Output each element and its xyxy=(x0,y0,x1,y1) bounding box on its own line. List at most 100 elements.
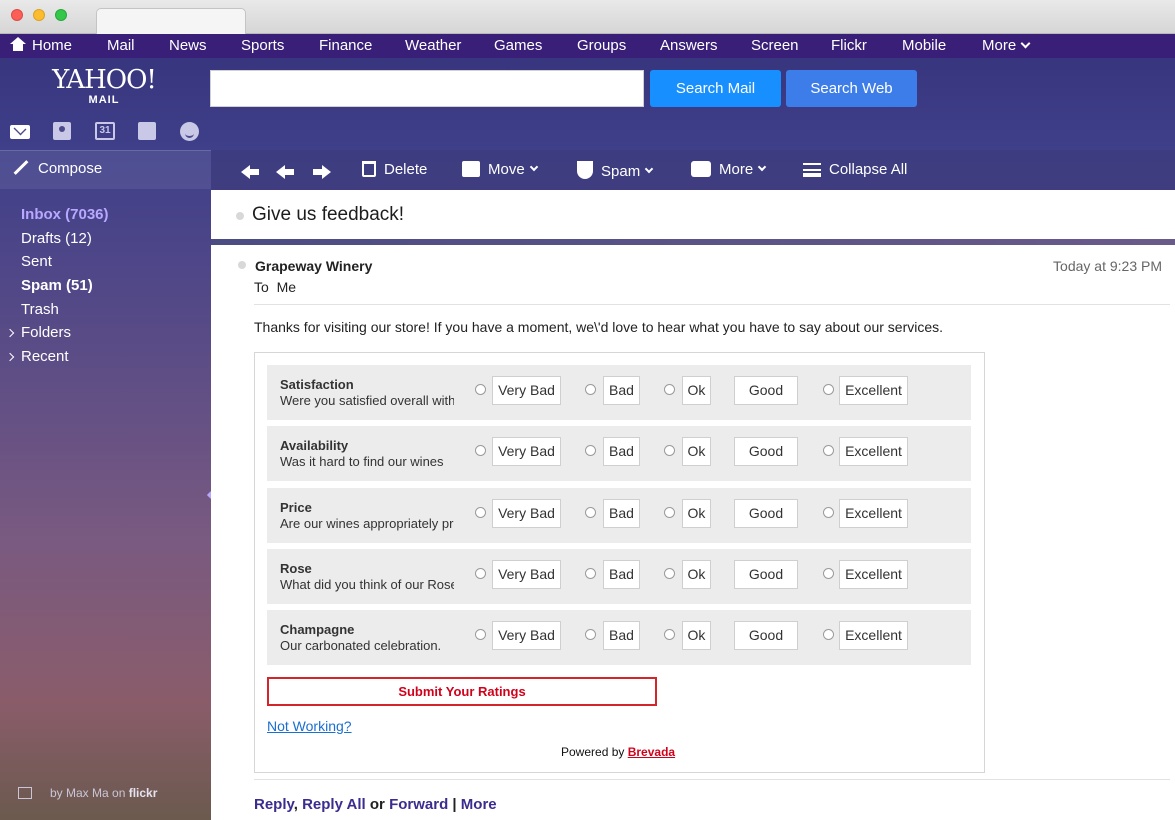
more-link[interactable]: More xyxy=(461,796,497,813)
rating-option[interactable]: Very Bad xyxy=(492,499,561,528)
rating-radio[interactable] xyxy=(475,384,486,395)
rating-option[interactable]: Very Bad xyxy=(492,560,561,589)
submit-ratings-button[interactable]: Submit Your Ratings xyxy=(267,677,657,706)
rating-radio[interactable] xyxy=(585,445,596,456)
brevada-link[interactable]: Brevada xyxy=(628,745,675,759)
rating-option[interactable]: Excellent xyxy=(839,560,908,589)
rating-option[interactable]: Good xyxy=(734,621,798,650)
rating-option[interactable]: Good xyxy=(734,560,798,589)
nav-mail[interactable]: Mail xyxy=(107,37,135,54)
rating-option[interactable]: Ok xyxy=(682,621,711,650)
rating-radio[interactable] xyxy=(664,507,675,518)
rating-radio[interactable] xyxy=(823,384,834,395)
nav-weather[interactable]: Weather xyxy=(405,37,461,54)
browser-tab[interactable] xyxy=(96,8,246,34)
reply-button[interactable] xyxy=(241,161,267,179)
rating-radio[interactable] xyxy=(823,629,834,640)
rating-radio[interactable] xyxy=(475,507,486,518)
rating-option[interactable]: Ok xyxy=(682,560,711,589)
rating-option[interactable]: Very Bad xyxy=(492,376,561,405)
folder-spam[interactable]: Spam (51) xyxy=(21,277,93,294)
footer-actions: Reply, Reply All or Forward | More xyxy=(254,796,497,813)
calendar-icon[interactable]: 31 xyxy=(95,122,115,140)
folder-drafts[interactable]: Drafts (12) xyxy=(21,230,92,247)
rating-radio[interactable] xyxy=(585,629,596,640)
folder-recent[interactable]: Recent xyxy=(5,348,69,365)
nav-home[interactable]: Home xyxy=(10,37,72,54)
folder-inbox[interactable]: Inbox (7036) xyxy=(21,206,109,223)
rating-radio[interactable] xyxy=(664,629,675,640)
contacts-icon[interactable] xyxy=(53,122,71,140)
rating-radio[interactable] xyxy=(664,445,675,456)
rating-radio[interactable] xyxy=(823,568,834,579)
forward-button[interactable] xyxy=(313,161,339,179)
spam-button[interactable]: Spam xyxy=(577,161,654,180)
rating-option[interactable]: Excellent xyxy=(839,499,908,528)
messenger-icon[interactable] xyxy=(180,122,199,141)
reply-all-link[interactable]: Reply All xyxy=(302,796,366,813)
not-working-link[interactable]: Not Working? xyxy=(267,718,352,734)
nav-groups[interactable]: Groups xyxy=(577,37,626,54)
collapse-all-button[interactable]: Collapse All xyxy=(803,161,907,178)
folder-trash[interactable]: Trash xyxy=(21,301,59,318)
rating-radio[interactable] xyxy=(475,568,486,579)
nav-sports[interactable]: Sports xyxy=(241,37,284,54)
nav-games[interactable]: Games xyxy=(494,37,542,54)
delete-button[interactable]: Delete xyxy=(362,161,427,178)
nav-more[interactable]: More xyxy=(982,37,1031,54)
rating-radio[interactable] xyxy=(823,507,834,518)
logo-text: YAHOO! xyxy=(52,65,157,95)
move-button[interactable]: Move xyxy=(462,161,538,178)
rating-option[interactable]: Bad xyxy=(603,560,640,589)
folder-sent[interactable]: Sent xyxy=(21,253,52,270)
search-input[interactable] xyxy=(210,70,644,107)
nav-finance[interactable]: Finance xyxy=(319,37,372,54)
rating-radio[interactable] xyxy=(664,384,675,395)
nav-screen[interactable]: Screen xyxy=(751,37,799,54)
zoom-window-button[interactable] xyxy=(55,9,67,21)
rating-option[interactable]: Bad xyxy=(603,499,640,528)
message-sender[interactable]: Grapeway Winery xyxy=(255,258,372,274)
photo-credit[interactable]: by Max Ma on flickr xyxy=(18,786,157,800)
rating-radio[interactable] xyxy=(823,445,834,456)
nav-mobile[interactable]: Mobile xyxy=(902,37,946,54)
folder-folders[interactable]: Folders xyxy=(5,324,71,341)
rating-radio[interactable] xyxy=(585,568,596,579)
more-button[interactable]: More xyxy=(691,161,767,178)
rating-option[interactable]: Bad xyxy=(603,437,640,466)
minimize-window-button[interactable] xyxy=(33,9,45,21)
nav-flickr[interactable]: Flickr xyxy=(831,37,867,54)
rating-radio[interactable] xyxy=(475,445,486,456)
rating-option[interactable]: Good xyxy=(734,376,798,405)
mail-icon[interactable] xyxy=(10,125,30,139)
rating-option[interactable]: Excellent xyxy=(839,621,908,650)
rating-radio[interactable] xyxy=(585,384,596,395)
close-window-button[interactable] xyxy=(11,9,23,21)
rating-option[interactable]: Bad xyxy=(603,376,640,405)
rating-option[interactable]: Good xyxy=(734,499,798,528)
rating-option[interactable]: Ok xyxy=(682,437,711,466)
rating-option[interactable]: Excellent xyxy=(839,437,908,466)
search-web-button[interactable]: Search Web xyxy=(786,70,917,107)
reply-all-button[interactable] xyxy=(276,161,302,179)
forward-link[interactable]: Forward xyxy=(389,796,448,813)
compose-button[interactable]: Compose xyxy=(12,160,102,177)
nav-answers[interactable]: Answers xyxy=(660,37,718,54)
chevron-down-icon xyxy=(1020,38,1031,49)
rating-radio[interactable] xyxy=(664,568,675,579)
reply-link[interactable]: Reply xyxy=(254,796,294,813)
rating-option[interactable]: Bad xyxy=(603,621,640,650)
powered-by: Powered by Brevada xyxy=(561,745,676,759)
rating-radio[interactable] xyxy=(585,507,596,518)
yahoo-mail-logo[interactable]: YAHOO! MAIL xyxy=(52,65,157,106)
rating-option[interactable]: Ok xyxy=(682,376,711,405)
search-mail-button[interactable]: Search Mail xyxy=(650,70,781,107)
rating-option[interactable]: Very Bad xyxy=(492,437,561,466)
rating-option[interactable]: Very Bad xyxy=(492,621,561,650)
rating-option[interactable]: Ok xyxy=(682,499,711,528)
notepad-icon[interactable] xyxy=(138,122,156,140)
rating-radio[interactable] xyxy=(475,629,486,640)
rating-option[interactable]: Excellent xyxy=(839,376,908,405)
nav-news[interactable]: News xyxy=(169,37,207,54)
rating-option[interactable]: Good xyxy=(734,437,798,466)
